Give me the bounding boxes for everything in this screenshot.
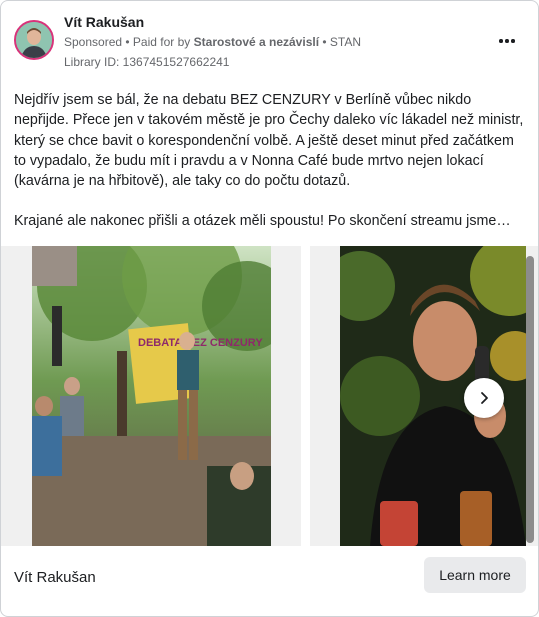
author-name[interactable]: Vít Rakušan: [64, 14, 144, 30]
more-options-button[interactable]: [493, 31, 521, 51]
author-avatar[interactable]: [14, 20, 54, 60]
sponsor-name[interactable]: Starostové a nezávislí: [194, 35, 319, 49]
post-body: Nejdřív jsem se bál, že na debatu BEZ CE…: [14, 90, 526, 232]
post-paragraph-1: Nejdřív jsem se bál, že na debatu BEZ CE…: [14, 92, 524, 190]
sponsored-label: Sponsored: [64, 35, 123, 49]
post-paragraph-2: Krajané ale nakonec přišli a otázek měli…: [14, 213, 511, 230]
sponsored-line: Sponsored • Paid for by Starostové a nez…: [64, 35, 361, 49]
chevron-right-icon: [481, 392, 488, 404]
learn-more-button[interactable]: Learn more: [424, 557, 526, 593]
photo-speaker-garden-event: DEBATA BEZ CENZURY: [32, 246, 271, 546]
library-id: Library ID: 1367451527662241: [64, 55, 230, 69]
ad-card: Vít Rakušan Sponsored • Paid for by Star…: [0, 0, 539, 617]
more-dots-icon: [499, 39, 503, 43]
carousel-slide-1[interactable]: DEBATA BEZ CENZURY: [1, 246, 301, 546]
paid-for-prefix: • Paid for by: [125, 35, 191, 49]
banner-text: DEBATA BEZ CENZURY: [138, 337, 263, 349]
scrollbar-thumb[interactable]: [526, 256, 534, 543]
avatar-portrait-icon: [16, 22, 52, 58]
carousel-next-button[interactable]: [464, 378, 504, 418]
footer-page-name[interactable]: Vít Rakušan: [14, 569, 96, 586]
media-carousel[interactable]: DEBATA BEZ CENZURY: [1, 246, 538, 546]
sponsor-suffix: • STAN: [322, 35, 362, 49]
